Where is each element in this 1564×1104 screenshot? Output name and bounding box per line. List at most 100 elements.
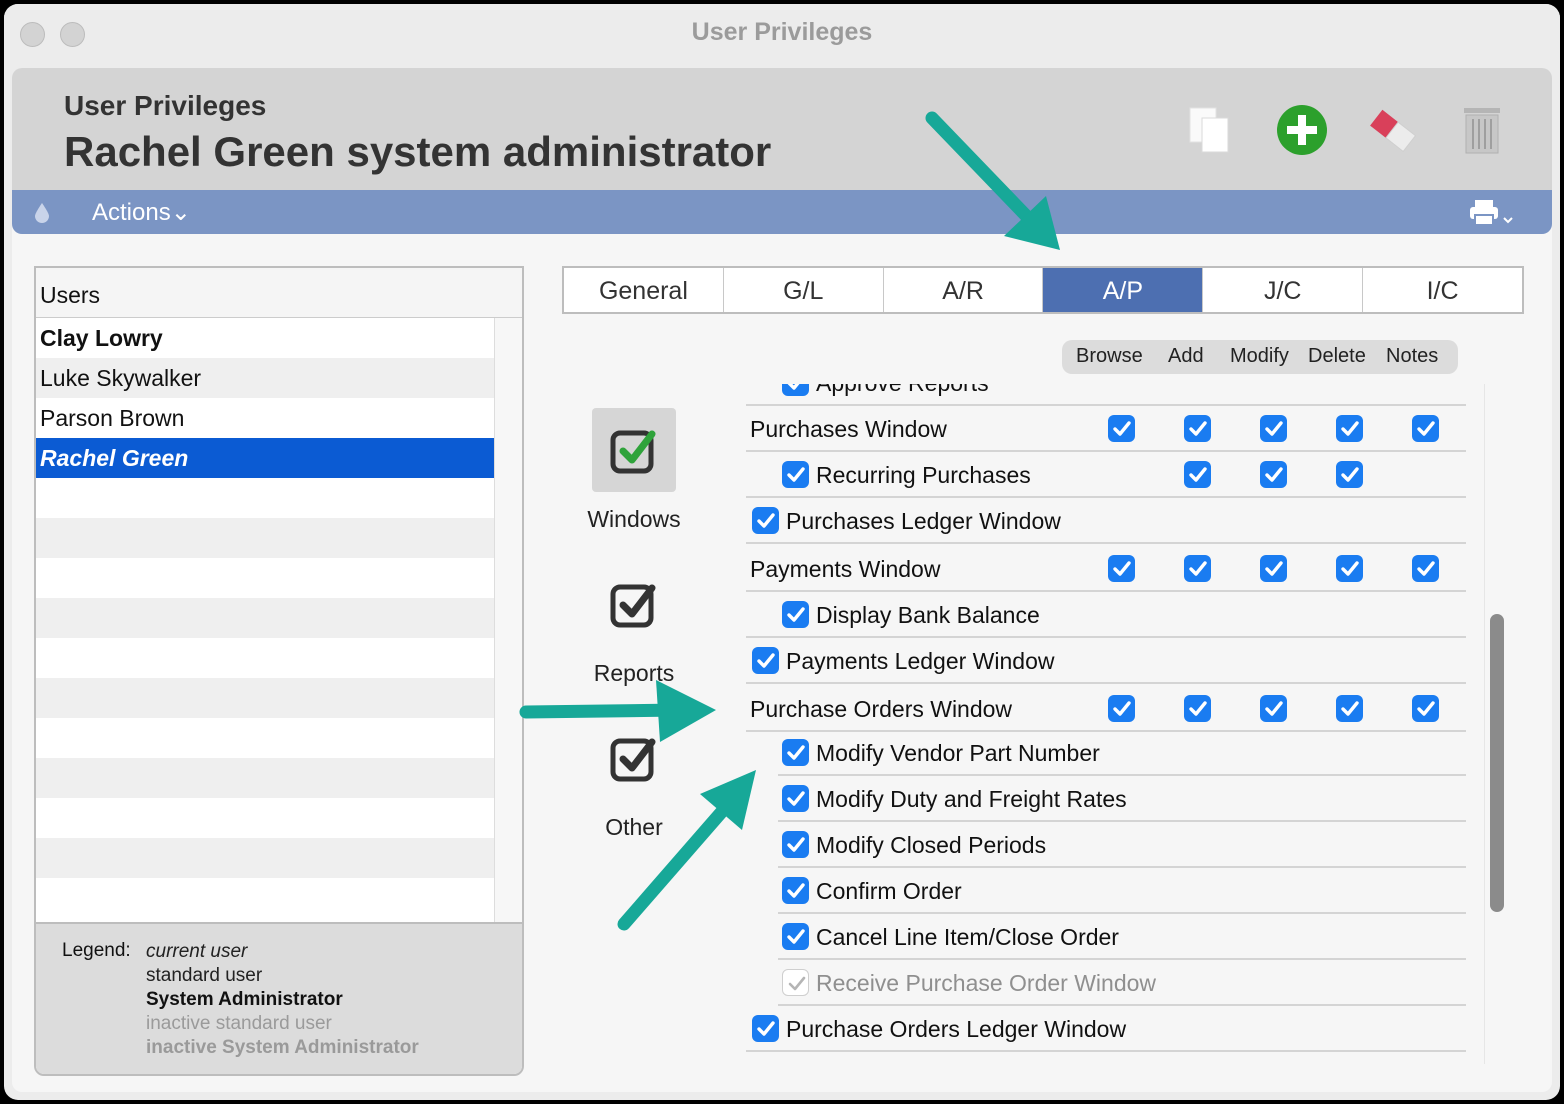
column-notes: Notes bbox=[1386, 345, 1439, 367]
user-row-empty[interactable] bbox=[36, 838, 494, 878]
tab-ar[interactable]: A/R bbox=[884, 268, 1044, 312]
user-row-empty[interactable] bbox=[36, 718, 494, 758]
category-reports[interactable]: Reports bbox=[574, 562, 694, 687]
legend-inactive-user: inactive standard user bbox=[146, 1013, 332, 1034]
user-row-empty[interactable] bbox=[36, 798, 494, 838]
user-row-empty[interactable] bbox=[36, 678, 494, 718]
permission-notes-checkbox[interactable] bbox=[1412, 555, 1439, 582]
permission-add-checkbox[interactable] bbox=[1184, 695, 1211, 722]
privilege-checkbox[interactable] bbox=[752, 507, 779, 534]
duplicate-button[interactable] bbox=[1180, 102, 1240, 162]
privilege-checkbox[interactable] bbox=[782, 739, 809, 766]
privilege-checkbox[interactable] bbox=[782, 601, 809, 628]
legend: Legend: current user standard user Syste… bbox=[36, 922, 522, 1074]
users-list: Clay Lowry Luke Skywalker Parson Brown Rach… bbox=[36, 318, 494, 918]
user-row[interactable]: Parson Brown bbox=[36, 398, 494, 438]
privilege-checkbox[interactable] bbox=[782, 969, 809, 996]
privilege-checkbox[interactable] bbox=[752, 647, 779, 674]
privilege-checkbox[interactable] bbox=[782, 831, 809, 858]
legend-inactive-admin: inactive System Administrator bbox=[146, 1037, 419, 1058]
tab-general[interactable]: General bbox=[564, 268, 724, 312]
header-title: Rachel Green system administrator bbox=[64, 128, 772, 175]
user-row-empty[interactable] bbox=[36, 478, 494, 518]
column-add: Add bbox=[1168, 345, 1204, 367]
privilege-checkbox[interactable] bbox=[752, 1015, 779, 1042]
reports-category-box bbox=[592, 562, 676, 646]
user-row-empty[interactable] bbox=[36, 558, 494, 598]
checkbox-check-icon bbox=[610, 738, 656, 782]
tab-ic[interactable]: I/C bbox=[1363, 268, 1522, 312]
legend-standard-user: standard user bbox=[146, 965, 263, 986]
privilege-label: Purchase Orders Ledger Window bbox=[786, 1016, 1127, 1042]
privilege-label: Purchases Window bbox=[750, 416, 947, 442]
tab-gl[interactable]: G/L bbox=[724, 268, 884, 312]
permission-browse-checkbox[interactable] bbox=[1108, 695, 1135, 722]
privilege-row: Approve Reports bbox=[746, 384, 1466, 406]
users-heading: Users bbox=[36, 268, 522, 318]
permission-browse-checkbox[interactable] bbox=[1108, 415, 1135, 442]
add-user-button[interactable] bbox=[1272, 102, 1332, 162]
privilege-checkbox[interactable] bbox=[782, 461, 809, 488]
tab-jc[interactable]: J/C bbox=[1203, 268, 1364, 312]
drop-icon[interactable] bbox=[34, 202, 49, 223]
privilege-row: Purchase Orders Window bbox=[746, 686, 1466, 732]
permission-add-checkbox[interactable] bbox=[1184, 461, 1211, 488]
user-row-empty[interactable] bbox=[36, 598, 494, 638]
privilege-label: Modify Vendor Part Number bbox=[816, 740, 1100, 766]
permission-delete-checkbox[interactable] bbox=[1336, 555, 1363, 582]
privilege-row: Purchase Orders Ledger Window bbox=[746, 1006, 1466, 1052]
permission-notes-checkbox[interactable] bbox=[1412, 415, 1439, 442]
legend-label: Legend: bbox=[62, 940, 131, 961]
user-row[interactable]: Clay Lowry bbox=[36, 318, 494, 358]
column-modify: Modify bbox=[1230, 345, 1289, 367]
category-windows-label: Windows bbox=[587, 506, 681, 532]
permission-modify-checkbox[interactable] bbox=[1260, 461, 1287, 488]
user-row-empty[interactable] bbox=[36, 638, 494, 678]
privileges-list: Approve Reports Purchases Window Recurring… bbox=[732, 384, 1472, 1066]
permission-modify-checkbox[interactable] bbox=[1260, 555, 1287, 582]
app-window: User Privileges User Privileges Rachel G… bbox=[4, 4, 1560, 1100]
other-category-box bbox=[592, 716, 676, 800]
privilege-row: Purchases Window bbox=[746, 406, 1466, 452]
delete-button[interactable] bbox=[1452, 102, 1512, 162]
user-row[interactable]: Luke Skywalker bbox=[36, 358, 494, 398]
permission-modify-checkbox[interactable] bbox=[1260, 695, 1287, 722]
user-row[interactable]: Rachel Green bbox=[36, 438, 494, 478]
privilege-row: Payments Ledger Window bbox=[746, 638, 1466, 684]
category-other[interactable]: Other bbox=[574, 716, 694, 841]
permission-delete-checkbox[interactable] bbox=[1336, 695, 1363, 722]
privilege-label: Receive Purchase Order Window bbox=[816, 970, 1157, 996]
privilege-row: Confirm Order bbox=[778, 868, 1466, 914]
permission-add-checkbox[interactable] bbox=[1184, 415, 1211, 442]
actions-menu[interactable]: Actions⌄ bbox=[92, 198, 191, 227]
trash-icon bbox=[1460, 104, 1504, 161]
privilege-row: Recurring Purchases bbox=[746, 452, 1466, 498]
users-panel: Users Clay Lowry Luke Skywalker Parson Bro… bbox=[34, 266, 524, 1076]
permission-modify-checkbox[interactable] bbox=[1260, 415, 1287, 442]
permission-delete-checkbox[interactable] bbox=[1336, 415, 1363, 442]
privilege-checkbox[interactable] bbox=[782, 877, 809, 904]
privilege-row: Receive Purchase Order Window bbox=[778, 960, 1466, 1006]
users-scrollbar[interactable] bbox=[494, 318, 522, 922]
privilege-label: Payments Window bbox=[750, 556, 941, 582]
windows-category-box bbox=[592, 408, 676, 492]
privilege-checkbox[interactable] bbox=[782, 923, 809, 950]
permission-delete-checkbox[interactable] bbox=[1336, 461, 1363, 488]
permission-notes-checkbox[interactable] bbox=[1412, 695, 1439, 722]
user-row-empty[interactable] bbox=[36, 758, 494, 798]
category-windows[interactable]: Windows bbox=[574, 408, 694, 533]
clear-button[interactable] bbox=[1362, 102, 1422, 162]
print-icon[interactable] bbox=[1466, 198, 1516, 233]
permission-browse-checkbox[interactable] bbox=[1108, 555, 1135, 582]
user-row-empty[interactable] bbox=[36, 878, 494, 918]
user-row-empty[interactable] bbox=[36, 518, 494, 558]
category-other-label: Other bbox=[605, 814, 663, 840]
privilege-checkbox[interactable] bbox=[782, 785, 809, 812]
privilege-checkbox[interactable] bbox=[782, 384, 809, 396]
permission-add-checkbox[interactable] bbox=[1184, 555, 1211, 582]
tab-ap[interactable]: A/P bbox=[1043, 268, 1204, 312]
add-icon bbox=[1275, 103, 1329, 162]
permission-column-header: Browse Add Modify Delete Notes bbox=[1062, 340, 1458, 374]
privilege-row: Display Bank Balance bbox=[746, 592, 1466, 638]
privileges-scrollbar-thumb[interactable] bbox=[1490, 614, 1504, 912]
